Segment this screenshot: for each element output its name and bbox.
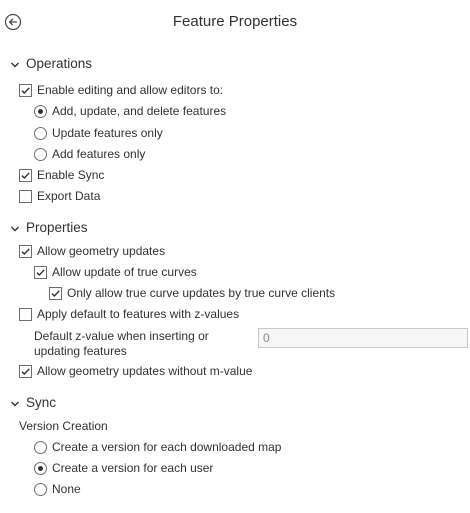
default-z-value-label: Default z-value when inserting or updati… [34, 329, 209, 358]
radio-label: Add, update, and delete features [52, 104, 227, 118]
section-header-properties[interactable]: Properties [10, 218, 88, 236]
radio-version-per-user[interactable]: Create a version for each user [34, 459, 213, 477]
section-label: Properties [26, 219, 88, 235]
radio-add-only[interactable]: Add features only [34, 145, 145, 163]
checkbox-label: Allow geometry updates [37, 244, 166, 258]
allow-geometry-updates-checkbox[interactable] [19, 244, 32, 258]
section-label: Sync [26, 394, 57, 410]
radio-add-update-delete[interactable]: Add, update, and delete features [34, 102, 226, 120]
radio-button[interactable] [34, 104, 47, 118]
chevron-down-icon [10, 397, 20, 407]
allow-without-m-checkbox[interactable] [19, 364, 32, 378]
export-data-checkbox-row[interactable]: Export Data [19, 187, 100, 205]
radio-version-per-map[interactable]: Create a version for each downloaded map [34, 438, 281, 456]
true-curve-clients-only-checkbox[interactable] [49, 286, 62, 300]
apply-default-z-checkbox[interactable] [19, 307, 32, 321]
radio-label: Create a version for each user [52, 461, 214, 475]
radio-button[interactable] [34, 440, 47, 454]
enable-sync-checkbox-row[interactable]: Enable Sync [19, 166, 104, 184]
allow-geometry-updates-row[interactable]: Allow geometry updates [19, 242, 165, 260]
radio-button[interactable] [34, 126, 47, 140]
section-label: Operations [26, 55, 93, 71]
radio-label: Create a version for each downloaded map [52, 440, 282, 454]
section-header-sync[interactable]: Sync [10, 393, 56, 411]
checkbox-label: Allow geometry updates without m-value [37, 364, 253, 378]
chevron-down-icon [10, 222, 20, 232]
radio-button[interactable] [34, 482, 47, 496]
checkbox-label: Only allow true curve updates by true cu… [67, 286, 336, 300]
radio-button[interactable] [34, 147, 47, 161]
default-z-value-input[interactable] [258, 328, 468, 348]
checkbox-label: Enable editing and allow editors to: [37, 83, 224, 97]
allow-true-curves-row[interactable]: Allow update of true curves [34, 263, 197, 281]
radio-label: None [52, 482, 81, 496]
radio-button[interactable] [34, 461, 47, 475]
checkbox-label: Export Data [37, 189, 101, 203]
allow-without-m-row[interactable]: Allow geometry updates without m-value [19, 362, 252, 380]
export-data-checkbox[interactable] [19, 189, 32, 203]
checkbox-label: Enable Sync [37, 168, 105, 182]
enable-editing-checkbox-row[interactable]: Enable editing and allow editors to: [19, 81, 223, 99]
section-header-operations[interactable]: Operations [10, 54, 92, 72]
enable-editing-checkbox[interactable] [19, 83, 32, 97]
radio-label: Update features only [52, 126, 163, 140]
page-title: Feature Properties [172, 13, 298, 30]
radio-version-none[interactable]: None [34, 480, 81, 498]
allow-true-curves-checkbox[interactable] [34, 265, 47, 279]
apply-default-z-row[interactable]: Apply default to features with z-values [19, 305, 239, 323]
checkbox-label: Allow update of true curves [52, 265, 197, 279]
checkbox-label: Apply default to features with z-values [37, 307, 240, 321]
chevron-down-icon [10, 58, 20, 68]
radio-label: Add features only [52, 147, 146, 161]
panel-header: Feature Properties [0, 0, 470, 44]
radio-update-only[interactable]: Update features only [34, 124, 163, 142]
enable-sync-checkbox[interactable] [19, 168, 32, 182]
version-creation-label: Version Creation [19, 419, 108, 433]
true-curve-clients-only-row[interactable]: Only allow true curve updates by true cu… [49, 284, 335, 302]
